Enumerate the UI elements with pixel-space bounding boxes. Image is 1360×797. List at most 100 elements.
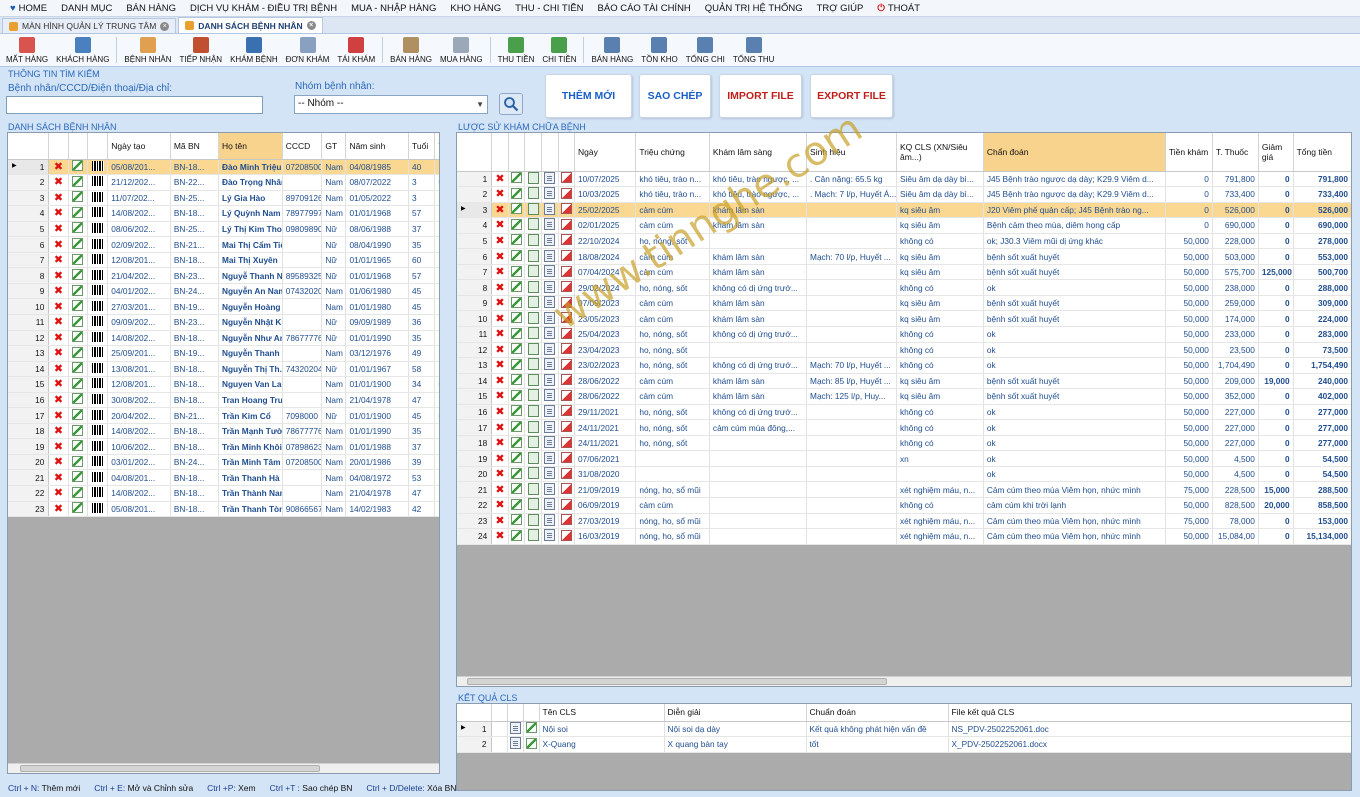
table-row[interactable]: 11 ✖ 09/09/202...BN-23...Nguyễn Nhật Ki...… bbox=[8, 314, 439, 331]
column-header[interactable]: Giảm giá bbox=[1258, 133, 1294, 172]
syringe-cell[interactable] bbox=[558, 450, 576, 467]
table-row[interactable]: 19 ✖ 07/06/2021 xn ok 50,000 4,500 0 54,500 bbox=[457, 450, 1351, 467]
tab[interactable]: MÀN HÌNH QUẢN LÝ TRUNG TÂM × bbox=[2, 18, 177, 33]
doc-cell[interactable] bbox=[541, 481, 559, 498]
export-file-button[interactable]: EXPORT FILE bbox=[810, 74, 893, 118]
edit-row-icon[interactable] bbox=[508, 202, 525, 219]
toolbar-button[interactable]: THU TIỀN bbox=[494, 34, 539, 66]
toolbar-button[interactable]: TỒN KHO bbox=[637, 34, 681, 66]
edit-row-icon[interactable] bbox=[68, 221, 88, 238]
delete-row-icon[interactable]: ✖ bbox=[491, 357, 509, 374]
delete-row-icon[interactable]: ✖ bbox=[48, 438, 69, 455]
syringe-cell[interactable] bbox=[558, 435, 576, 452]
table-row[interactable]: 16 ✖ 29/11/2021 ho, nóng, sốt không có dị ứn… bbox=[457, 404, 1351, 421]
search-input[interactable] bbox=[6, 96, 263, 114]
edit-row-icon[interactable] bbox=[508, 217, 525, 234]
close-icon[interactable]: × bbox=[306, 21, 316, 30]
syringe-cell[interactable] bbox=[558, 404, 576, 421]
table-row[interactable]: ▶ 1 Nội soi Nội soi dạ dày Kết quả không phá… bbox=[457, 721, 1351, 738]
doc-cell[interactable] bbox=[541, 295, 559, 312]
edit-row-icon[interactable] bbox=[68, 190, 88, 207]
edit-row-icon[interactable] bbox=[508, 295, 525, 312]
delete-row-icon[interactable]: ✖ bbox=[491, 326, 509, 343]
delete-row-icon[interactable]: ✖ bbox=[48, 267, 69, 284]
edit-row-icon[interactable] bbox=[68, 407, 88, 424]
delete-row-icon[interactable]: ✖ bbox=[491, 528, 509, 545]
table-row[interactable]: 12 ✖ 14/08/202...BN-18...Nguyễn Như Anh786… bbox=[8, 330, 439, 347]
tab[interactable]: DANH SÁCH BỆNH NHÂN × bbox=[178, 17, 323, 33]
doc-cell[interactable] bbox=[541, 342, 559, 359]
menu-item[interactable]: DỊCH VỤ KHÁM - ĐIỀU TRỊ BỆNH bbox=[183, 3, 344, 14]
toolbar-button[interactable]: TỔNG THU bbox=[729, 34, 779, 66]
syringe-cell[interactable] bbox=[558, 326, 576, 343]
toolbar-button[interactable]: CHI TIỀN bbox=[538, 34, 580, 66]
delete-row-icon[interactable]: ✖ bbox=[48, 392, 69, 409]
docg-cell[interactable] bbox=[524, 186, 543, 203]
edit-row-icon[interactable] bbox=[508, 248, 525, 265]
edit-row-icon[interactable] bbox=[508, 233, 525, 250]
delete-row-icon[interactable]: ✖ bbox=[48, 407, 69, 424]
row-selector[interactable] bbox=[491, 736, 508, 753]
column-header[interactable]: Mã BN bbox=[170, 133, 219, 160]
barcode-cell[interactable] bbox=[87, 330, 109, 347]
syringe-cell[interactable] bbox=[558, 373, 576, 390]
doc-cell[interactable] bbox=[541, 310, 559, 327]
docg-cell[interactable] bbox=[524, 497, 543, 514]
barcode-cell[interactable] bbox=[87, 314, 109, 331]
syringe-cell[interactable] bbox=[558, 295, 576, 312]
table-row[interactable]: 22 ✖ 14/08/202... BN-18... Trần Thành Nam Nam… bbox=[8, 485, 439, 502]
scroll-thumb[interactable] bbox=[20, 765, 320, 772]
barcode-cell[interactable] bbox=[87, 501, 109, 518]
docg-cell[interactable] bbox=[524, 233, 543, 250]
edit-row-icon[interactable] bbox=[508, 528, 525, 545]
menu-item[interactable]: TRỢ GIÚP bbox=[810, 3, 871, 14]
docg-cell[interactable] bbox=[524, 450, 543, 467]
delete-row-icon[interactable]: ✖ bbox=[48, 236, 69, 253]
table-row[interactable]: 23 ✖ 05/08/201...BN-18...Trần Thanh Tòng90… bbox=[8, 501, 439, 518]
doc-cell[interactable] bbox=[541, 202, 559, 219]
barcode-cell[interactable] bbox=[87, 361, 109, 378]
doc-cell[interactable] bbox=[541, 513, 559, 530]
delete-row-icon[interactable]: ✖ bbox=[48, 330, 69, 347]
edit-row-icon[interactable] bbox=[508, 171, 525, 188]
table-row[interactable]: 1 ✖ 10/07/2025 khó tiêu, trào n... khó tiêu,… bbox=[457, 171, 1351, 188]
barcode-cell[interactable] bbox=[87, 174, 109, 191]
delete-row-icon[interactable]: ✖ bbox=[491, 310, 509, 327]
doc-cell[interactable] bbox=[541, 264, 559, 281]
barcode-cell[interactable] bbox=[87, 438, 109, 455]
delete-row-icon[interactable]: ✖ bbox=[491, 404, 509, 421]
doc-cell[interactable] bbox=[541, 279, 559, 296]
table-row[interactable]: 4 ✖ 02/01/2025 cảm cúm khám lâm sàn kq siêu â… bbox=[457, 217, 1351, 234]
docg-cell[interactable] bbox=[524, 342, 543, 359]
barcode-cell[interactable] bbox=[87, 159, 109, 176]
table-row[interactable]: 2 ✖ 10/03/2025 khó tiêu, trào n... khó tiêu,… bbox=[457, 186, 1351, 203]
doc-cell[interactable] bbox=[541, 233, 559, 250]
delete-row-icon[interactable]: ✖ bbox=[491, 186, 509, 203]
delete-row-icon[interactable]: ✖ bbox=[491, 450, 509, 467]
delete-row-icon[interactable]: ✖ bbox=[491, 171, 509, 188]
delete-row-icon[interactable]: ✖ bbox=[491, 497, 509, 514]
column-header[interactable]: CCCD bbox=[282, 133, 323, 160]
syringe-cell[interactable] bbox=[558, 357, 576, 374]
barcode-cell[interactable] bbox=[87, 267, 109, 284]
docg-cell[interactable] bbox=[524, 404, 543, 421]
table-row[interactable]: 15 ✖ 28/06/2022 cảm cúm khám lâm sàn Mạch: 12… bbox=[457, 388, 1351, 405]
edit-row-icon[interactable] bbox=[508, 326, 525, 343]
add-new-button[interactable]: THÊM MỚI bbox=[545, 74, 632, 118]
column-header[interactable]: Ngày tạo bbox=[107, 133, 171, 160]
row-selector[interactable] bbox=[491, 721, 508, 738]
edit-row-icon[interactable] bbox=[68, 205, 88, 222]
edit-row-icon[interactable] bbox=[508, 264, 525, 281]
delete-row-icon[interactable]: ✖ bbox=[491, 233, 509, 250]
toolbar-button[interactable]: TỔNG CHI bbox=[682, 34, 729, 66]
column-header[interactable]: Tổng tiền bbox=[1293, 133, 1351, 172]
menu-item[interactable]: MUA - NHẬP HÀNG bbox=[344, 3, 443, 14]
syringe-cell[interactable] bbox=[558, 342, 576, 359]
delete-row-icon[interactable]: ✖ bbox=[48, 174, 69, 191]
barcode-cell[interactable] bbox=[87, 345, 109, 362]
syringe-cell[interactable] bbox=[558, 466, 576, 483]
docg-cell[interactable] bbox=[524, 264, 543, 281]
docg-cell[interactable] bbox=[524, 217, 543, 234]
delete-row-icon[interactable]: ✖ bbox=[48, 423, 69, 440]
delete-row-icon[interactable]: ✖ bbox=[48, 205, 69, 222]
